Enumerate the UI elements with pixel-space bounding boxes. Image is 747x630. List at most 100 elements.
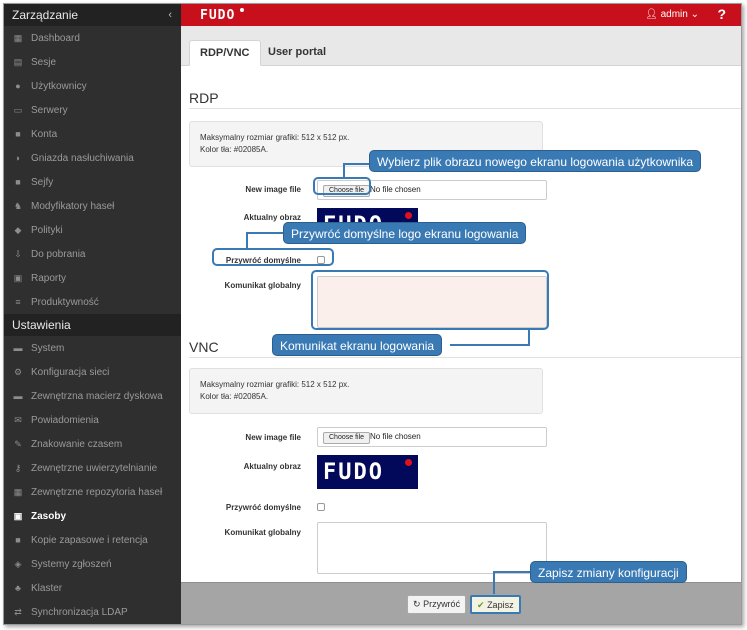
user-menu[interactable]: 👤︎ admin ⌄: [645, 9, 699, 20]
sidebar-item-raporty[interactable]: ▣ Raporty: [4, 266, 181, 290]
vnc-file-status: No file chosen: [370, 432, 421, 441]
sidebar-item-label: Serwery: [31, 105, 68, 116]
sidebar-item-icon: ▣: [13, 273, 23, 283]
sidebar-item-znakowanie-czasem[interactable]: ✎ Znakowanie czasem: [4, 432, 181, 456]
tab-rdp-vnc[interactable]: RDP/VNC: [189, 40, 261, 66]
tab-user-portal[interactable]: User portal: [258, 40, 336, 66]
sidebar-item-label: Użytkownicy: [31, 81, 87, 92]
help-icon[interactable]: ?: [717, 6, 726, 22]
callout-connector: [493, 572, 495, 594]
top-bar: FUDO 👤︎ admin ⌄ ?: [181, 4, 741, 26]
logo-dot-icon: [240, 8, 244, 12]
callout-file: Wybierz plik obrazu nowego ekranu logowa…: [369, 150, 702, 172]
vnc-info-box: Maksymalny rozmiar grafiki: 512 x 512 px…: [189, 368, 543, 414]
sidebar-item-label: Zewnętrzna macierz dyskowa: [31, 391, 163, 402]
sidebar-item-użytkownicy[interactable]: ● Użytkownicy: [4, 74, 181, 98]
sidebar-item-label: Modyfikatory haseł: [31, 201, 115, 212]
callout-save: Zapisz zmiany konfiguracji: [530, 561, 687, 583]
sidebar-item-zewnętrzne-repozytoria-haseł[interactable]: ▦ Zewnętrzne repozytoria haseł: [4, 480, 181, 504]
callout-message: Komunikat ekranu logowania: [272, 334, 443, 356]
chevron-left-icon[interactable]: ‹: [168, 4, 172, 26]
fudo-logo: FUDO: [200, 8, 236, 23]
callout-connector: [246, 233, 248, 249]
callout-connector: [343, 164, 345, 178]
sidebar-item-icon: ■: [15, 535, 21, 545]
sidebar-item-label: Konfiguracja sieci: [31, 367, 110, 378]
vnc-global-message-label: Komunikat globalny: [224, 528, 301, 537]
sidebar-item-klaster[interactable]: ♣ Klaster: [4, 576, 181, 600]
sidebar-item-systemy-zgłoszeń[interactable]: ◈ Systemy zgłoszeń: [4, 552, 181, 576]
chevron-down-icon: ⌄: [690, 9, 699, 20]
sidebar-item-label: Gniazda nasłuchiwania: [31, 153, 134, 164]
sidebar-item-icon: ▭: [13, 105, 23, 115]
sidebar-item-zasoby[interactable]: ▣ Zasoby: [4, 504, 181, 528]
sidebar-item-label: Polityki: [31, 225, 63, 236]
sidebar-item-polityki[interactable]: ◆ Polityki: [4, 218, 181, 242]
sidebar-item-label: Kopie zapasowe i retencja: [31, 535, 148, 546]
sidebar-item-produktywność[interactable]: ≡ Produktywność: [4, 290, 181, 314]
sidebar-item-sesje[interactable]: ▤ Sesje: [4, 50, 181, 74]
sidebar-item-icon: ●: [15, 81, 21, 91]
user-name: admin: [660, 9, 688, 20]
file-highlight: [313, 177, 371, 195]
sidebar-item-konta[interactable]: ■ Konta: [4, 122, 181, 146]
sidebar-item-label: Synchronizacja LDAP: [31, 607, 128, 618]
user-icon: 👤︎: [645, 9, 658, 20]
sidebar-item-label: Dashboard: [31, 33, 80, 44]
vnc-section-title: VNC: [189, 339, 219, 355]
sidebar-item-dashboard[interactable]: ▦ Dashboard: [4, 26, 181, 50]
sidebar-item-powiadomienia[interactable]: ✉ Powiadomienia: [4, 408, 181, 432]
check-icon: ✔: [477, 600, 485, 610]
logo-dot-icon: [405, 459, 412, 466]
sidebar-item-synchronizacja-ldap[interactable]: ⇄ Synchronizacja LDAP: [4, 600, 181, 624]
rdp-global-message-label: Komunikat globalny: [224, 281, 301, 290]
restore-button-label: Przywróć: [423, 599, 461, 609]
sidebar-item-do-pobrania[interactable]: ⇩ Do pobrania: [4, 242, 181, 266]
sidebar: Zarządzanie ‹ ▦ Dashboard ▤ Sesje ● Użytkowni…: [4, 4, 181, 624]
sidebar-item-label: System: [31, 343, 65, 354]
sidebar-item-icon: ⇄: [14, 607, 22, 617]
sidebar-item-label: Znakowanie czasem: [31, 439, 123, 450]
sidebar-header-label: Zarządzanie: [12, 8, 79, 22]
callout-connector: [450, 344, 530, 346]
sidebar-item-kopie-zapasowe-i-retencja[interactable]: ■ Kopie zapasowe i retencja: [4, 528, 181, 552]
vnc-restore-default-checkbox[interactable]: [317, 503, 325, 511]
vnc-global-message-textarea[interactable]: [317, 522, 547, 574]
sidebar-item-konfiguracja-sieci[interactable]: ⚙ Konfiguracja sieci: [4, 360, 181, 384]
vnc-new-image-label: New image file: [245, 433, 301, 442]
logo-dot-icon: [405, 212, 412, 219]
sidebar-item-gniazda-nasłuchiwania[interactable]: ◗ Gniazda nasłuchiwania: [4, 146, 181, 170]
sidebar-section-settings: Ustawienia: [4, 314, 181, 336]
refresh-icon: ↻: [413, 599, 421, 609]
sidebar-item-label: Produktywność: [31, 297, 99, 308]
sidebar-item-icon: ◆: [14, 225, 22, 235]
sidebar-item-icon: ⚙: [13, 367, 23, 377]
vnc-choose-file-button[interactable]: Choose file: [323, 432, 371, 444]
sidebar-item-label: Powiadomienia: [31, 415, 99, 426]
sidebar-item-icon: ■: [15, 129, 21, 139]
sidebar-item-icon: ◗: [15, 153, 21, 163]
logo-text: FUDO: [323, 460, 384, 485]
vnc-current-image-label: Aktualny obraz: [243, 462, 301, 471]
sidebar-item-zewnętrzne-uwierzytelnianie[interactable]: ⚷ Zewnętrzne uwierzytelnianie: [4, 456, 181, 480]
sidebar-item-label: Raporty: [31, 273, 67, 284]
vnc-file-input[interactable]: Choose file No file chosen: [317, 427, 547, 447]
vnc-info-color: Kolor tła: #02085A.: [200, 392, 269, 401]
sidebar-item-sejfy[interactable]: ■ Sejfy: [4, 170, 181, 194]
rdp-file-status: No file chosen: [370, 185, 421, 194]
sidebar-item-icon: ♣: [15, 583, 21, 593]
sidebar-item-label: Zewnętrzne uwierzytelnianie: [31, 463, 158, 474]
save-button[interactable]: ✔ Zapisz: [470, 595, 521, 614]
sidebar-header: Zarządzanie ‹: [4, 4, 181, 26]
sidebar-item-label: Sesje: [31, 57, 57, 68]
sidebar-item-label: Sejfy: [31, 177, 54, 188]
divider: [189, 108, 741, 109]
sidebar-item-system[interactable]: ▬ System: [4, 336, 181, 360]
sidebar-item-icon: ✎: [14, 439, 22, 449]
sidebar-item-modyfikatory-haseł[interactable]: ♞ Modyfikatory haseł: [4, 194, 181, 218]
sidebar-item-zewnętrzna-macierz-dyskowa[interactable]: ▬ Zewnętrzna macierz dyskowa: [4, 384, 181, 408]
sidebar-item-serwery[interactable]: ▭ Serwery: [4, 98, 181, 122]
rdp-section-title: RDP: [189, 90, 219, 106]
restore-button[interactable]: ↻ Przywróć: [407, 595, 467, 614]
sidebar-item-icon: ⇩: [14, 249, 22, 259]
